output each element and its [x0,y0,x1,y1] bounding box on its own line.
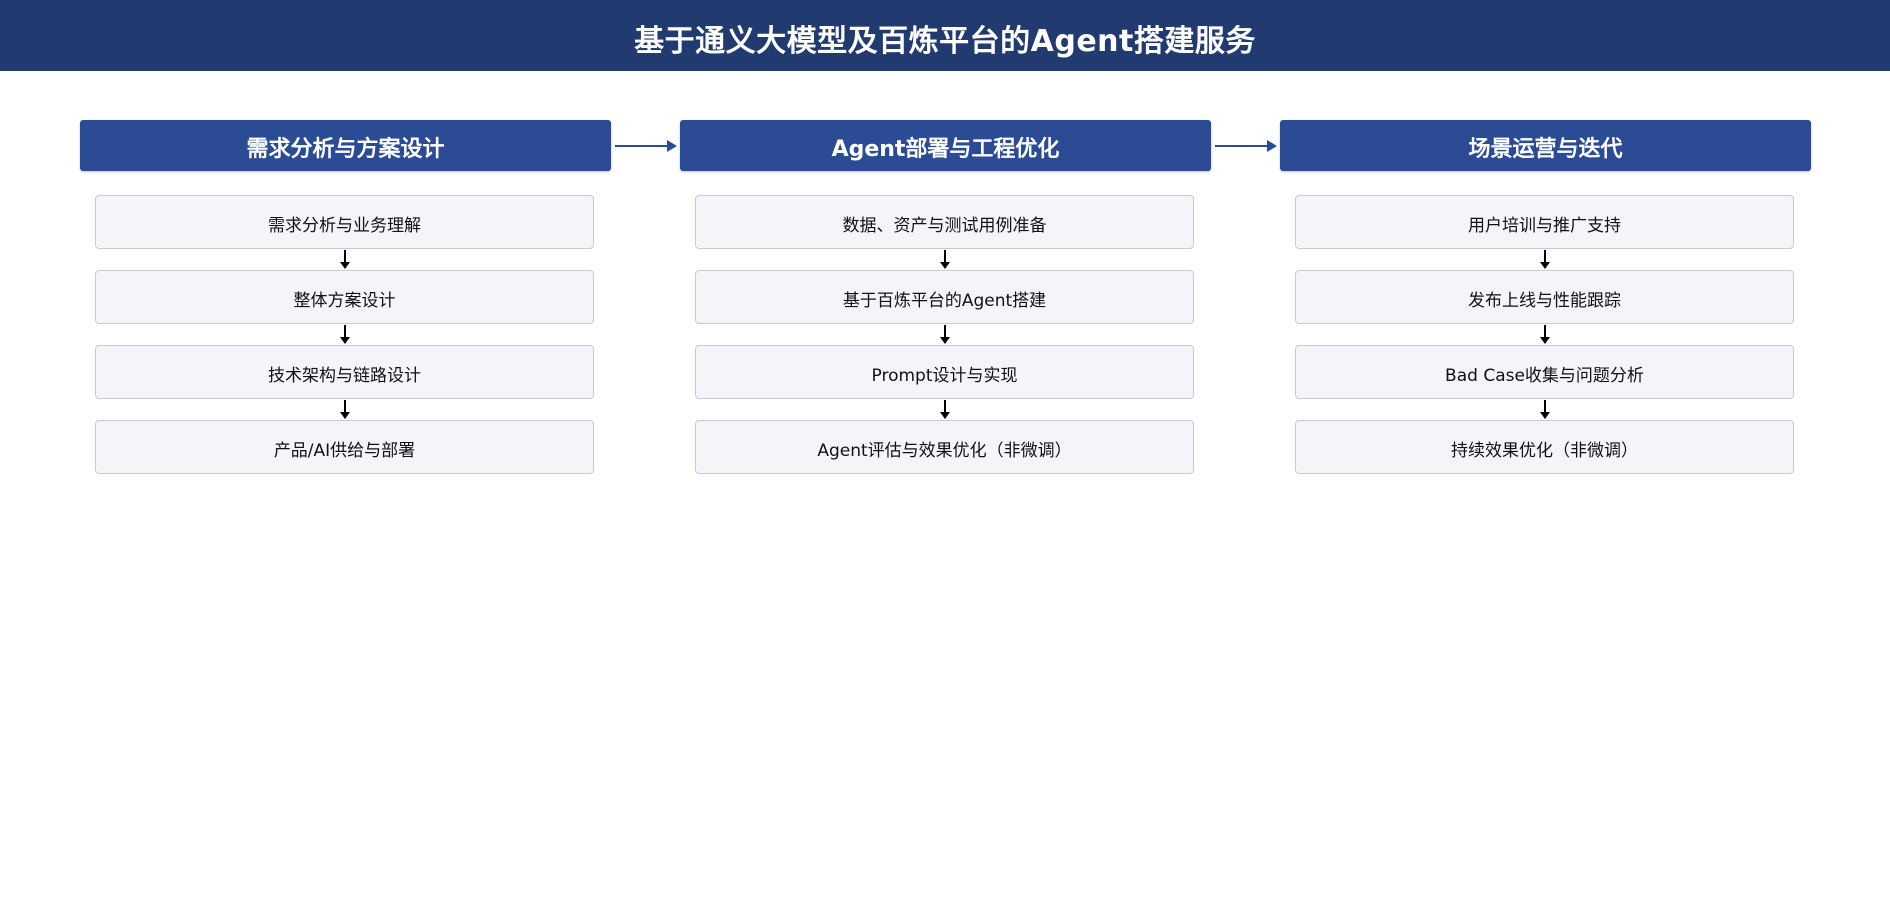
down-arrow-icon [940,325,950,345]
down-arrow-icon [340,325,350,345]
step-label: 数据、资产与测试用例准备 [842,216,1047,236]
page-title: 基于通义大模型及百炼平台的Agent搭建服务 [634,24,1256,59]
down-arrow-icon [940,400,950,420]
step-label: 整体方案设计 [293,291,396,311]
phase-title: 需求分析与方案设计 [246,137,445,162]
right-arrow-icon [615,140,677,152]
step-label: 发布上线与性能跟踪 [1468,291,1621,311]
step-label: Agent评估与效果优化（非微调） [817,441,1072,461]
step-box: 发布上线与性能跟踪 [1295,270,1794,324]
step-label: Prompt设计与实现 [871,366,1018,386]
phase-header: 需求分析与方案设计 [80,120,611,171]
down-arrow-icon [340,400,350,420]
step-label: Bad Case收集与问题分析 [1445,366,1644,386]
phase-header: 场景运营与迭代 [1280,120,1811,171]
step-label: 基于百炼平台的Agent搭建 [842,291,1047,311]
step-label: 用户培训与推广支持 [1468,216,1621,236]
phase-header: Agent部署与工程优化 [680,120,1211,171]
step-label: 持续效果优化（非微调） [1451,441,1638,461]
step-label: 需求分析与业务理解 [268,216,421,236]
title-bar: 基于通义大模型及百炼平台的Agent搭建服务 [0,0,1890,71]
step-box: 产品/AI供给与部署 [95,420,594,474]
step-label: 产品/AI供给与部署 [273,441,416,461]
down-arrow-icon [940,250,950,270]
step-box: 技术架构与链路设计 [95,345,594,399]
step-label: 技术架构与链路设计 [268,366,421,386]
phase-title: 场景运营与迭代 [1468,137,1623,162]
right-arrow-icon [1215,140,1277,152]
down-arrow-icon [1540,250,1550,270]
step-box: Prompt设计与实现 [695,345,1194,399]
step-box: 用户培训与推广支持 [1295,195,1794,249]
step-box: 需求分析与业务理解 [95,195,594,249]
step-box: 整体方案设计 [95,270,594,324]
down-arrow-icon [1540,400,1550,420]
step-box: 基于百炼平台的Agent搭建 [695,270,1194,324]
step-box: 数据、资产与测试用例准备 [695,195,1194,249]
down-arrow-icon [1540,325,1550,345]
step-box: 持续效果优化（非微调） [1295,420,1794,474]
phase-title: Agent部署与工程优化 [831,137,1060,162]
step-box: Agent评估与效果优化（非微调） [695,420,1194,474]
step-box: Bad Case收集与问题分析 [1295,345,1794,399]
down-arrow-icon [340,250,350,270]
